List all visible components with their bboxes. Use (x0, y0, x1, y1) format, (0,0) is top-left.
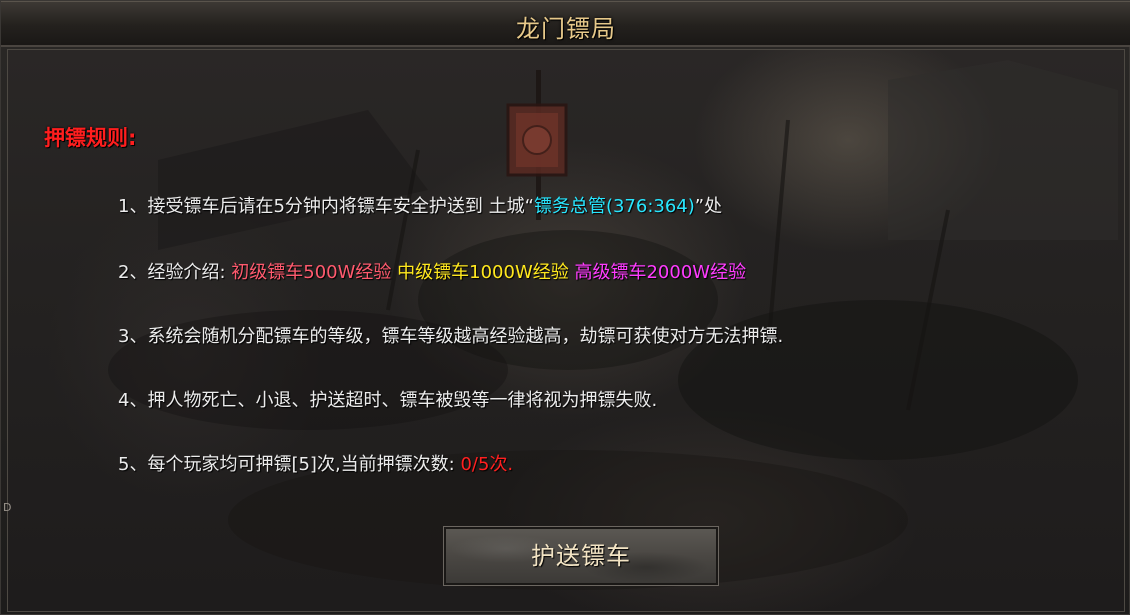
rule-3: 3、系统会随机分配镖车的等级，镖车等级越高经验越高，劫镖可获使对方无法押镖. (118, 326, 784, 347)
content-panel: 押镖规则: 1、接受镖车后请在5分钟内将镖车安全护送到 土城“镖务总管(376:… (7, 49, 1125, 612)
title-bar[interactable]: 龙门镖局 (1, 1, 1130, 47)
low-tier-exp: 初级镖车500W经验 (231, 262, 392, 283)
mid-tier-exp: 中级镖车1000W经验 (397, 262, 569, 283)
rule-2: 2、经验介绍: 初级镖车500W经验 中级镖车1000W经验 高级镖车2000W… (118, 258, 746, 284)
rules-heading: 押镖规则: (44, 126, 137, 150)
rule-1-suffix: ”处 (694, 196, 723, 217)
rule-4: 4、押人物死亡、小退、护送超时、镖车被毁等一律将视为押镖失败. (118, 390, 658, 411)
npc-location-link[interactable]: 镖务总管(376:364) (534, 196, 695, 217)
rule-5: 5、每个玩家均可押镖[5]次,当前押镖次数: 0/5次. (118, 450, 513, 476)
rule-1-prefix: 1、接受镖车后请在5分钟内将镖车安全护送到 土城“ (118, 196, 534, 217)
high-tier-exp: 高级镖车2000W经验 (574, 262, 747, 283)
dialog-frame: 龙门镖局 押镖规则: 1、接受镖车后请在5分钟内将镖车安全护送到 土城“镖务总管… (0, 0, 1130, 615)
edge-letter: D (3, 501, 12, 514)
rule-5-prefix: 5、每个玩家均可押镖[5]次,当前押镖次数: (118, 454, 461, 475)
escort-count: 0/5次. (460, 454, 514, 475)
rule-2-prefix: 2、经验介绍: (118, 262, 232, 283)
escort-cart-button[interactable]: 护送镖车 (443, 526, 719, 586)
dialog-title: 龙门镖局 (516, 15, 616, 43)
rule-1: 1、接受镖车后请在5分钟内将镖车安全护送到 土城“镖务总管(376:364)”处 (118, 192, 722, 218)
